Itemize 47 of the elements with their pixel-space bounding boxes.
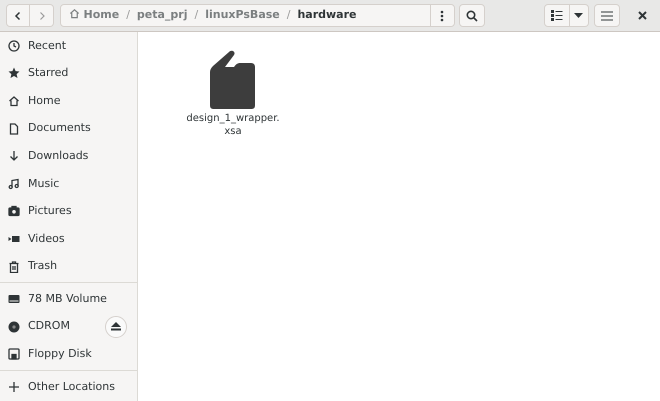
home-icon [8,94,20,107]
plus-icon [8,380,20,393]
camera-icon [8,205,20,218]
sidebar-item[interactable]: Home [0,87,137,115]
path-separator: / [126,7,130,24]
trash-icon [8,260,20,273]
sidebar-item[interactable]: Other Locations [0,373,137,401]
list-view-button[interactable] [544,4,570,27]
list-view-icon [550,10,562,21]
more-options-icon [440,10,444,22]
music-note-icon [8,178,20,190]
back-button[interactable] [6,4,30,27]
search-button[interactable] [458,4,484,27]
download-arrow-icon [8,150,20,162]
disc-icon [8,320,20,333]
menu-button[interactable] [594,4,620,27]
sidebar-item[interactable]: Music [0,170,137,198]
sidebar-item[interactable]: 78 MB Volume [0,285,137,313]
clock-icon [8,40,20,52]
path-segment[interactable]: peta_prj [136,7,188,24]
sidebar-item[interactable]: Starred [0,60,137,88]
sidebar-item[interactable]: Documents [0,114,137,142]
sidebar-item[interactable]: Recent [0,32,137,60]
path-separator: / [194,7,198,24]
document-icon [8,122,20,135]
sidebar-item[interactable]: Downloads [0,142,137,170]
sidebar-item[interactable]: Videos [0,225,137,253]
view-options-button[interactable] [570,4,588,27]
eject-icon [111,322,121,332]
star-icon [8,67,20,80]
close-icon [638,11,646,20]
file-icon [209,50,257,110]
file-name[interactable]: design_1_wrapper. xsa [186,112,280,138]
sidebar-item[interactable]: Pictures [0,198,137,226]
path-segment[interactable]: hardware [297,7,356,24]
sidebar-item[interactable]: Trash [0,252,137,280]
menu-icon [600,10,612,20]
sidebar-item[interactable]: CDROM [0,312,137,341]
sidebar-item[interactable]: Floppy Disk [0,340,137,368]
drive-icon [8,293,20,306]
path-separator: / [286,7,290,24]
home-icon [68,8,80,20]
dropdown-caret-icon [574,12,583,18]
eject-button[interactable] [105,316,127,338]
path-segment[interactable]: linuxPsBase [205,7,280,24]
search-icon [466,10,478,22]
path-segment[interactable]: Home [68,7,120,24]
